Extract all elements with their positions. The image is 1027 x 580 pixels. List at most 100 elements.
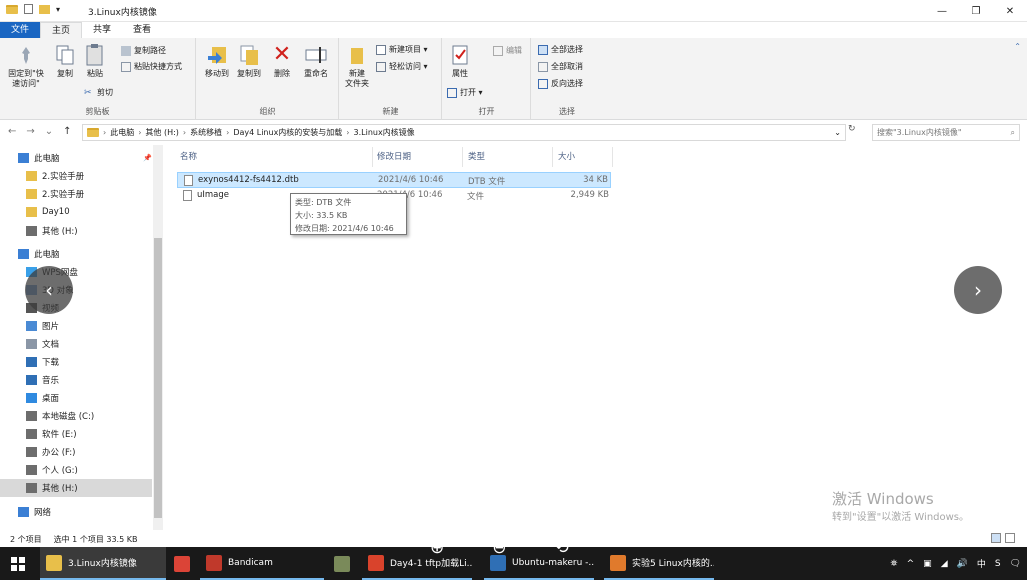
start-button[interactable] (0, 547, 36, 580)
previous-button[interactable]: ‹ (25, 266, 73, 314)
minimize-button[interactable]: — (925, 0, 959, 22)
sidebar-item[interactable]: 图片 (0, 317, 152, 335)
sidebar-item[interactable]: 文档 (0, 335, 152, 353)
up-button[interactable]: ↑ (63, 126, 71, 137)
cut-button[interactable]: ✂ 剪切 (84, 87, 113, 98)
paste-shortcut-button[interactable]: 粘贴快捷方式 (121, 61, 182, 72)
address-dropdown-icon[interactable]: ⌄ (834, 128, 841, 137)
breadcrumb-item[interactable]: Day4 Linux内核的安装与加载 (233, 127, 342, 138)
column-header-name[interactable]: 名称 (180, 150, 197, 162)
sidebar-item[interactable]: 个人 (G:) (0, 461, 152, 479)
sidebar-item[interactable]: 其他 (H:) (0, 222, 152, 240)
paste-button[interactable]: 粘贴 (82, 44, 108, 79)
customize-dropdown-icon[interactable]: ▾ (56, 5, 60, 14)
sidebar-item[interactable]: 2.实验手册 (0, 167, 152, 185)
sidebar-item[interactable]: 3D 对象 (0, 281, 152, 299)
forward-button[interactable]: → (26, 126, 34, 137)
sidebar-item[interactable]: Day10 (0, 203, 152, 221)
select-all-button[interactable]: 全部选择 (538, 44, 583, 55)
tray-icon[interactable]: S (995, 559, 1001, 569)
properties-button[interactable]: 属性 (447, 44, 473, 79)
new-folder-quick-icon[interactable] (39, 4, 50, 14)
zoom-in-button[interactable]: ⊕ (430, 538, 444, 558)
column-header-type[interactable]: 类型 (468, 150, 485, 162)
address-bar-row: ← → ⌄ ↑ › 此电脑 › 其他 (H:) › 系统移植 › Day4 Li… (0, 122, 1027, 142)
tray-icon[interactable]: 🔊 (957, 559, 968, 569)
sidebar-item[interactable]: 桌面 (0, 389, 152, 407)
column-header-size[interactable]: 大小 (558, 150, 575, 162)
move-to-button[interactable]: 移动到 (201, 44, 233, 79)
tray-icon[interactable]: ^ (907, 559, 915, 569)
move-to-icon (206, 44, 228, 66)
column-divider[interactable] (372, 147, 373, 167)
tray-icon[interactable]: ◢ (941, 559, 948, 569)
taskbar-item[interactable]: 实验5 Linux内核的... (604, 547, 714, 580)
rotate-button[interactable]: ⟲ (555, 538, 569, 558)
breadcrumb-item[interactable]: 3.Linux内核镜像 (354, 127, 415, 138)
tab-view[interactable]: 查看 (122, 22, 162, 38)
select-none-button[interactable]: 全部取消 (538, 61, 583, 72)
breadcrumb-item[interactable]: 此电脑 (110, 127, 134, 138)
refresh-button[interactable]: ↻ (848, 124, 862, 141)
table-row[interactable]: exynos4412-fs4412.dtb 2021/4/6 10:46 DTB… (177, 172, 611, 188)
tray-icon[interactable]: 中 (977, 557, 986, 570)
sidebar-item[interactable]: 此电脑 📌 (0, 149, 152, 167)
tab-file[interactable]: 文件 (0, 22, 41, 38)
sidebar-item[interactable]: 软件 (E:) (0, 425, 152, 443)
search-input[interactable]: 搜索"3.Linux内核镜像" ⌕ (872, 124, 1020, 141)
tab-share[interactable]: 共享 (82, 22, 122, 38)
pin-icon[interactable]: 📌 (143, 154, 152, 162)
taskbar-item[interactable]: 3.Linux内核镜像 (40, 547, 166, 580)
zoom-out-button[interactable]: ⊖ (492, 538, 506, 558)
back-button[interactable]: ← (8, 126, 16, 137)
sidebar-item[interactable]: 音乐 (0, 371, 152, 389)
invert-selection-button[interactable]: 反向选择 (538, 78, 583, 89)
column-header-date[interactable]: 修改日期 (377, 150, 411, 162)
tab-home[interactable]: 主页 (40, 22, 83, 38)
pin-quick-access-button[interactable]: 固定到"快 速访问" (4, 44, 48, 89)
column-divider[interactable] (462, 147, 463, 167)
copy-to-button[interactable]: 复制到 (233, 44, 265, 79)
maximize-button[interactable]: ❐ (959, 0, 993, 22)
edit-button[interactable]: 编辑 (493, 45, 522, 56)
copy-button[interactable]: 复制 (52, 44, 78, 79)
sidebar-item-label: 2.实验手册 (42, 190, 85, 200)
sidebar-item[interactable]: 此电脑 (0, 245, 152, 263)
breadcrumb-item[interactable]: 其他 (H:) (145, 127, 179, 138)
tray-icon[interactable]: ▣ (923, 559, 932, 569)
copy-path-button[interactable]: 复制路径 (121, 45, 166, 56)
column-divider[interactable] (612, 147, 613, 167)
large-icons-view-icon[interactable] (1005, 533, 1015, 543)
new-item-button[interactable]: 新建项目 ▾ (376, 44, 428, 55)
tray-icon[interactable]: 🗨 (1010, 559, 1021, 569)
sidebar-item[interactable]: 办公 (F:) (0, 443, 152, 461)
taskbar-item[interactable] (328, 547, 350, 580)
recent-locations-button[interactable]: ⌄ (45, 126, 53, 137)
edit-icon (493, 45, 503, 56)
properties-quick-icon[interactable] (24, 4, 33, 14)
sidebar-item[interactable]: 视频 (0, 299, 152, 317)
sidebar-item[interactable]: 本地磁盘 (C:) (0, 407, 152, 425)
open-button[interactable]: 打开 ▾ (447, 87, 483, 98)
sidebar-item[interactable]: WPS网盘 (0, 263, 152, 281)
close-button[interactable]: ✕ (993, 0, 1027, 22)
taskbar-item[interactable] (168, 547, 190, 580)
ribbon-collapse-icon[interactable]: ⌃ (1014, 42, 1021, 51)
new-folder-button[interactable]: 新建 文件夹 (342, 44, 372, 89)
tray-icon[interactable]: ⛯ (890, 559, 897, 569)
easy-access-button[interactable]: 轻松访问 ▾ (376, 61, 428, 72)
taskbar-item[interactable]: Bandicam (200, 547, 324, 580)
sidebar-item[interactable]: 其他 (H:) (0, 479, 152, 497)
rename-button[interactable]: 重命名 (299, 44, 333, 79)
taskbar-item-label: Ubuntu-makeru -... (512, 557, 594, 568)
breadcrumb-item[interactable]: 系统移植 (190, 127, 222, 138)
nav-scrollbar-thumb[interactable] (154, 238, 162, 518)
details-view-icon[interactable] (991, 533, 1001, 543)
address-bar[interactable]: › 此电脑 › 其他 (H:) › 系统移植 › Day4 Linux内核的安装… (82, 124, 846, 141)
next-button[interactable]: › (954, 266, 1002, 314)
sidebar-item[interactable]: 2.实验手册 (0, 185, 152, 203)
delete-button[interactable]: ✕ 删除 (271, 44, 293, 79)
sidebar-item[interactable]: 下载 (0, 353, 152, 371)
column-divider[interactable] (552, 147, 553, 167)
sidebar-item[interactable]: 网络 (0, 503, 152, 521)
